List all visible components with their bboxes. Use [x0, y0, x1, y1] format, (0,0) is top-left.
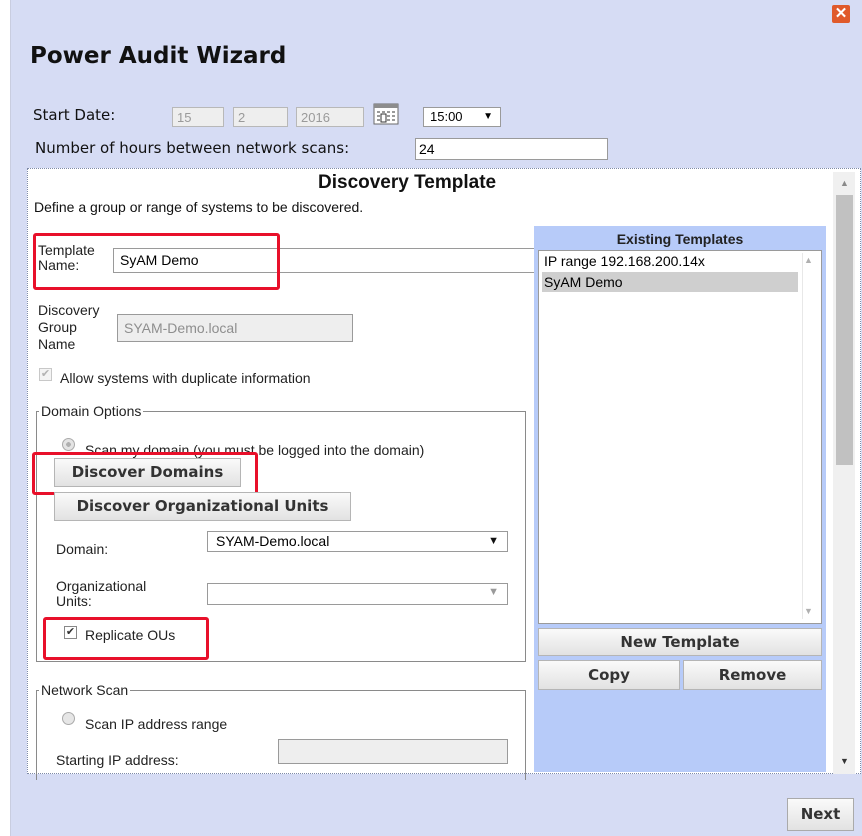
new-template-button[interactable]: New Template: [538, 628, 822, 656]
start-month-field[interactable]: 2: [233, 107, 288, 127]
discovery-group-label: Discovery Group Name: [38, 302, 99, 353]
highlight-replicate-ous: [43, 617, 209, 660]
start-day-field[interactable]: 15: [172, 107, 224, 127]
scan-ip-range-label: Scan IP address range: [85, 716, 228, 732]
existing-templates-list[interactable]: IP range 192.168.200.14x SyAM Demo ▲ ▼: [538, 250, 822, 624]
list-item[interactable]: SyAM Demo: [542, 272, 798, 292]
calendar-icon[interactable]: [373, 103, 399, 125]
chevron-up-icon[interactable]: ▲: [804, 255, 813, 265]
organizational-units-label: Organizational Units:: [56, 579, 146, 609]
start-time-value: 15:00: [430, 109, 463, 124]
chevron-up-icon[interactable]: ▲: [836, 176, 853, 190]
highlight-discover-domains: [32, 452, 258, 495]
template-description: Define a group or range of systems to be…: [34, 199, 364, 215]
discover-organizational-units-button[interactable]: Discover Organizational Units: [54, 492, 351, 521]
domain-options-legend: Domain Options: [39, 403, 144, 419]
organizational-units-label-line1: Organizational: [56, 578, 147, 594]
window-left-edge: [0, 0, 10, 836]
scan-my-domain-radio[interactable]: [62, 438, 75, 451]
organizational-units-label-line2: Units:: [56, 593, 92, 609]
start-time-select[interactable]: 15:00 ▼: [423, 107, 501, 127]
chevron-down-icon[interactable]: ▼: [836, 754, 853, 768]
domain-label: Domain:: [56, 541, 109, 557]
discovery-group-label-line1: Discovery: [38, 302, 100, 318]
start-year-field[interactable]: 2016: [296, 107, 364, 127]
discovery-template-heading: Discovery Template: [318, 172, 497, 193]
allow-duplicates-label: Allow systems with duplicate information: [60, 370, 311, 386]
organizational-units-select[interactable]: ▼: [207, 583, 508, 605]
list-scrollbar[interactable]: [802, 253, 817, 619]
chevron-down-icon: ▼: [488, 535, 499, 547]
starting-ip-input[interactable]: [278, 739, 508, 764]
list-item[interactable]: IP range 192.168.200.14x: [542, 251, 798, 271]
chevron-down-icon[interactable]: ▼: [804, 606, 813, 616]
domain-select-value: SYAM-Demo.local: [216, 533, 330, 549]
start-date-label: Start Date:: [33, 106, 116, 124]
domain-select[interactable]: SYAM-Demo.local ▼: [207, 531, 508, 552]
allow-duplicates-checkbox[interactable]: ✔: [39, 368, 52, 381]
starting-ip-label: Starting IP address:: [56, 752, 179, 768]
hours-between-scans-input[interactable]: 24: [415, 138, 608, 160]
dialog-title: Power Audit Wizard: [30, 43, 287, 69]
next-button[interactable]: Next: [787, 798, 854, 831]
panel-scrollbar-thumb[interactable]: [836, 195, 853, 465]
discovery-group-label-line3: Name: [38, 336, 76, 352]
discovery-group-label-line2: Group: [38, 319, 77, 335]
hours-between-scans-label: Number of hours between network scans:: [35, 139, 350, 157]
close-icon[interactable]: ✕: [832, 5, 850, 23]
discovery-group-name-input[interactable]: SYAM-Demo.local: [117, 314, 353, 342]
chevron-down-icon: ▼: [483, 111, 493, 122]
network-scan-legend: Network Scan: [39, 682, 131, 698]
scan-ip-range-radio[interactable]: [62, 712, 75, 725]
copy-template-button[interactable]: Copy: [538, 660, 680, 690]
remove-template-button[interactable]: Remove: [683, 660, 822, 690]
highlight-template-name: [33, 233, 280, 290]
window-left-border: [10, 0, 11, 836]
existing-templates-heading: Existing Templates: [616, 231, 744, 247]
chevron-down-icon: ▼: [488, 586, 499, 598]
